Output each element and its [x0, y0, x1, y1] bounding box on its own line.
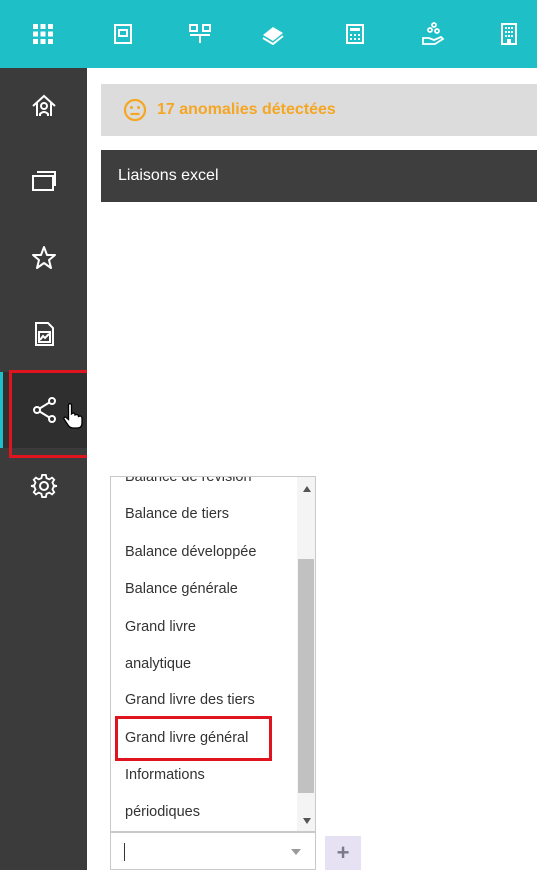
building-icon[interactable] [497, 22, 521, 46]
dropdown-option-balance-tiers[interactable]: Balance de tiers [125, 506, 229, 522]
sidebar-item-windows[interactable] [0, 144, 87, 220]
triangle-down-icon [302, 818, 311, 824]
home-icon [31, 94, 56, 116]
star-icon [31, 246, 56, 269]
section-title: Liaisons excel [118, 167, 219, 184]
document-icon[interactable] [111, 22, 135, 46]
money-icon[interactable] [261, 22, 285, 46]
dropdown-option-balance-generale[interactable]: Balance générale [125, 581, 238, 597]
add-button[interactable]: + [325, 836, 361, 870]
calculator-icon[interactable] [343, 22, 367, 46]
building-icon-svg [501, 23, 517, 45]
selected-option-highlight [115, 716, 272, 761]
chevron-down-icon[interactable] [291, 849, 301, 855]
dropdown-option-informations-line1[interactable]: Informations [125, 767, 205, 783]
scroll-down-button[interactable] [297, 813, 315, 829]
sidebar-item-favorites[interactable] [0, 220, 87, 296]
anomalies-banner[interactable]: 17 anomalies détectées [101, 84, 537, 136]
org-chart-icon-svg [189, 24, 211, 43]
calculator-icon-svg [346, 24, 364, 44]
dropdown-option-grand-livre-tiers[interactable]: Grand livre des tiers [125, 692, 255, 708]
money-icon-svg [262, 27, 284, 45]
hand-pointer-cursor-icon [63, 403, 83, 429]
plus-icon: + [336, 840, 350, 865]
dropdown-option-grand-livre-line2[interactable]: analytique [125, 656, 191, 672]
gear-icon [30, 474, 57, 498]
neutral-face-icon [123, 98, 147, 122]
scrollbar-thumb[interactable] [298, 559, 314, 793]
hand-coins-icon-svg [422, 22, 445, 45]
apps-grid-icon [33, 24, 53, 44]
sidebar-item-settings[interactable] [0, 448, 87, 524]
chart-document-icon [34, 322, 54, 346]
top-toolbar [0, 0, 537, 68]
document-icon-svg [114, 24, 132, 44]
text-caret [124, 843, 125, 861]
apps-menu-button[interactable] [0, 0, 87, 68]
windows-icon [31, 171, 56, 191]
report-type-dropdown-list[interactable]: Balance de révision Balance de tiers Bal… [110, 476, 316, 832]
org-chart-icon[interactable] [188, 22, 212, 46]
sidebar-item-home[interactable] [0, 68, 87, 144]
section-header: Liaisons excel [101, 150, 537, 202]
dropdown-option-grand-livre-line1[interactable]: Grand livre [125, 619, 196, 635]
sidebar-item-reports[interactable] [0, 296, 87, 372]
dropdown-option-informations-line2[interactable]: périodiques [125, 804, 200, 820]
report-type-select[interactable] [110, 832, 316, 870]
sidebar [0, 68, 87, 870]
anomalies-count-text: 17 anomalies détectées [157, 101, 336, 118]
dropdown-option-balance-revision[interactable]: Balance de révision [125, 477, 252, 485]
hand-coins-icon[interactable] [421, 22, 445, 46]
triangle-up-icon [302, 486, 311, 492]
dropdown-scrollbar[interactable] [297, 477, 315, 831]
dropdown-option-balance-developpee[interactable]: Balance développée [125, 544, 256, 560]
scroll-up-button[interactable] [297, 481, 315, 497]
app-page: 17 anomalies détectées Liaisons excel Ba… [0, 0, 537, 870]
